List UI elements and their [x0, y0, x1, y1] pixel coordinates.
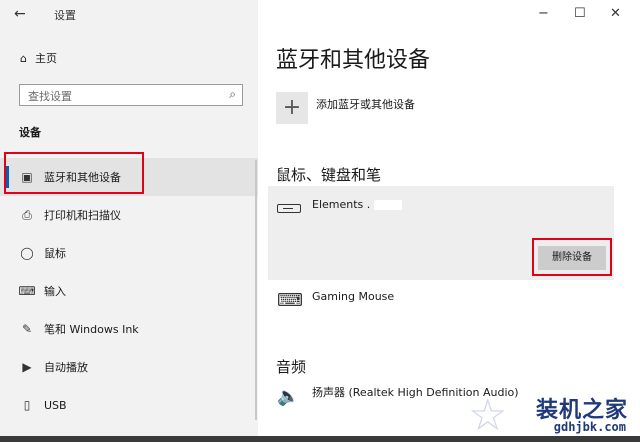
sidebar-item-label: USB — [44, 398, 67, 412]
sidebar-item-printers[interactable]: ⎙ 打印机和扫描仪 — [0, 196, 258, 234]
page-title: 蓝牙和其他设备 — [276, 48, 431, 73]
pen-icon: ✎ — [21, 322, 33, 336]
watermark-url: gdhjbk.com — [553, 420, 626, 434]
keyboard-icon: ⌨ — [18, 284, 36, 298]
mouse-icon: ◯ — [20, 246, 34, 260]
search-placeholder: 查找设置 — [28, 90, 72, 103]
search-input[interactable]: 查找设置 ⌕ — [19, 84, 243, 106]
keyboard-icon: ⌨ — [277, 290, 303, 311]
autoplay-icon: ▶ — [22, 360, 32, 374]
sidebar-item-label: 打印机和扫描仪 — [44, 209, 121, 222]
keyboard-icon — [277, 204, 301, 213]
sidebar-home[interactable]: ⌂ 主页 — [20, 50, 57, 66]
sidebar: ← 设置 ⌂ 主页 查找设置 ⌕ 设备 ▣ 蓝牙和其他设备 ⎙ 打印机和扫描仪 … — [0, 0, 258, 442]
sidebar-scrollbar[interactable] — [255, 160, 257, 420]
speaker-icon: 🔈 — [277, 386, 300, 407]
sidebar-item-mouse[interactable]: ◯ 鼠标 — [0, 234, 258, 272]
sidebar-item-label: 笔和 Windows Ink — [44, 323, 139, 336]
home-icon: ⌂ — [20, 51, 27, 65]
device-name-text: Elements . — [312, 198, 371, 211]
section-label-devices: 设备 — [19, 126, 41, 139]
window-title: 设置 — [54, 9, 76, 22]
watermark-star-icon: ☆ — [468, 390, 508, 441]
sidebar-item-label: 自动播放 — [44, 361, 88, 374]
back-icon[interactable]: ← — [14, 6, 26, 22]
sidebar-item-label: 输入 — [44, 285, 66, 298]
search-icon[interactable]: ⌕ — [229, 87, 236, 102]
highlight-box — [532, 238, 612, 276]
device-name-gaming-mouse[interactable]: Gaming Mouse — [312, 290, 394, 303]
maximize-icon[interactable]: ☐ — [574, 6, 586, 21]
section-heading-mouse-keyboard: 鼠标、键盘和笔 — [276, 166, 382, 184]
redaction — [374, 200, 403, 210]
device-name-elements: Elements . — [312, 198, 403, 211]
sidebar-item-pen[interactable]: ✎ 笔和 Windows Ink — [0, 310, 258, 348]
plus-icon: + — [282, 95, 302, 120]
bottom-edge — [0, 436, 640, 442]
sidebar-item-typing[interactable]: ⌨ 输入 — [0, 272, 258, 310]
add-device-button[interactable]: + — [276, 92, 308, 124]
usb-icon: ▯ — [23, 398, 31, 412]
sidebar-item-usb[interactable]: ▯ USB — [0, 386, 258, 424]
minimize-icon[interactable]: − — [538, 6, 549, 21]
home-label: 主页 — [34, 52, 57, 65]
add-device-label[interactable]: 添加蓝牙或其他设备 — [316, 96, 415, 112]
printer-icon: ⎙ — [22, 207, 32, 222]
close-icon[interactable]: ✕ — [610, 6, 621, 21]
highlight-box — [4, 152, 144, 194]
section-heading-audio: 音频 — [276, 358, 307, 376]
sidebar-item-label: 鼠标 — [44, 247, 66, 260]
sidebar-item-autoplay[interactable]: ▶ 自动播放 — [0, 348, 258, 386]
